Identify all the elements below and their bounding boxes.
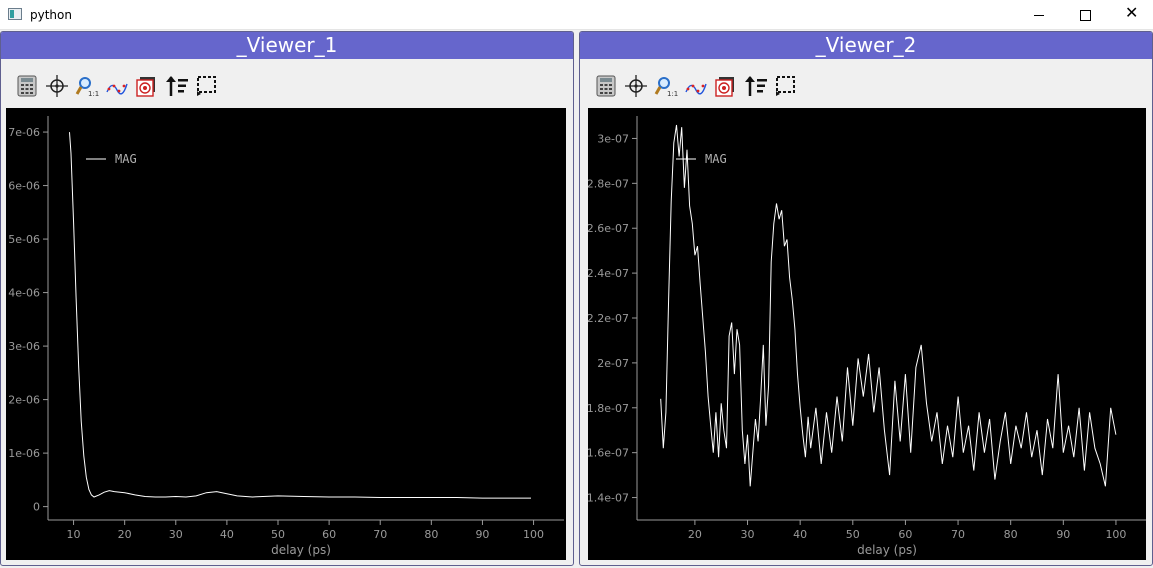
x-tick-label: 50 xyxy=(846,528,860,541)
svg-text:1:1: 1:1 xyxy=(667,90,678,98)
viewer-1-plot[interactable]: 7e-06 6e-06 5e-06 4e-06 3e-06 2e-06 1e-06 0 10 20… xyxy=(6,108,566,560)
x-tick-label: 20 xyxy=(118,528,132,541)
y-tick-label: 7e-06 xyxy=(8,126,40,139)
x-tick-label: 60 xyxy=(322,528,336,541)
y-tick-label: 2.8e-07 xyxy=(588,177,629,190)
close-button[interactable]: ✕ xyxy=(1108,0,1153,30)
y-tick-label: 1e-06 xyxy=(8,447,40,460)
legend-label: MAG xyxy=(705,152,727,166)
zoom-1to1-icon[interactable]: 1:1 xyxy=(654,74,678,98)
calculator-icon[interactable] xyxy=(15,74,39,98)
minimize-icon[interactable] xyxy=(1016,0,1062,30)
viewer-2-title: _Viewer_2 xyxy=(580,32,1152,59)
y-tick-label: 3e-07 xyxy=(597,132,629,145)
viewer-1-title: _Viewer_1 xyxy=(1,32,573,59)
python-app-icon xyxy=(8,8,22,20)
crosshair-icon[interactable] xyxy=(624,74,648,98)
y-tick-label: 3e-06 xyxy=(8,340,40,353)
x-tick-label: 20 xyxy=(688,528,702,541)
y-tick-label: 2e-07 xyxy=(597,357,629,370)
x-tick-label: 80 xyxy=(1004,528,1018,541)
x-tick-label: 100 xyxy=(1105,528,1126,541)
window-title: python xyxy=(30,8,72,22)
calculator-icon[interactable] xyxy=(594,74,618,98)
x-tick-label: 50 xyxy=(271,528,285,541)
viewer-2-chart: 3e-07 2.8e-07 2.6e-07 2.4e-07 2.2e-07 2e-07 1.… xyxy=(588,116,1146,557)
y-tick-label: 4e-06 xyxy=(8,287,40,300)
viewer-1-chart: 7e-06 6e-06 5e-06 4e-06 3e-06 2e-06 1e-06 0 10 20… xyxy=(8,116,564,557)
x-axis-label: delay (ps) xyxy=(271,543,331,557)
curve-fit-icon[interactable] xyxy=(105,74,129,98)
zoom-1to1-icon[interactable]: 1:1 xyxy=(75,74,99,98)
y-tick-label: 5e-06 xyxy=(8,233,40,246)
x-tick-label: 80 xyxy=(424,528,438,541)
y-tick-label: 6e-06 xyxy=(8,180,40,193)
rectangle-select-icon[interactable] xyxy=(195,74,219,98)
x-tick-label: 30 xyxy=(741,528,755,541)
x-tick-label: 100 xyxy=(523,528,544,541)
y-tick-label: 2.6e-07 xyxy=(588,222,629,235)
x-tick-label: 30 xyxy=(169,528,183,541)
series-line-mag xyxy=(69,132,531,499)
y-tick-label: 2.4e-07 xyxy=(588,267,629,280)
x-tick-label: 90 xyxy=(1056,528,1070,541)
target-icon[interactable] xyxy=(135,74,159,98)
x-tick-label: 70 xyxy=(373,528,387,541)
y-tick-label: 2.2e-07 xyxy=(588,312,629,325)
series-line-mag xyxy=(660,124,1117,487)
y-tick-label: 2e-06 xyxy=(8,394,40,407)
y-tick-label: 1.4e-07 xyxy=(588,492,629,505)
crosshair-icon[interactable] xyxy=(45,74,69,98)
x-tick-label: 40 xyxy=(793,528,807,541)
y-tick-label: 1.8e-07 xyxy=(588,402,629,415)
maximize-icon[interactable] xyxy=(1062,0,1108,30)
window-titlebar[interactable]: python ✕ xyxy=(0,0,1153,30)
close-icon: ✕ xyxy=(1125,5,1139,22)
x-tick-label: 40 xyxy=(220,528,234,541)
curve-fit-icon[interactable] xyxy=(684,74,708,98)
sort-icon[interactable] xyxy=(744,74,768,98)
sort-icon[interactable] xyxy=(165,74,189,98)
viewer-1-panel: _Viewer_1 1:1 7e-06 6e-06 5e-06 4e-06 3e-06 2… xyxy=(0,31,574,566)
viewer-2-panel: _Viewer_2 1:1 3e-07 2.8e-07 2.6e-07 2.4e-07… xyxy=(579,31,1153,566)
x-tick-label: 90 xyxy=(475,528,489,541)
x-axis-label: delay (ps) xyxy=(857,543,917,557)
target-icon[interactable] xyxy=(714,74,738,98)
x-tick-label: 60 xyxy=(898,528,912,541)
viewer-2-plot[interactable]: 3e-07 2.8e-07 2.6e-07 2.4e-07 2.2e-07 2e-07 1.… xyxy=(588,108,1146,560)
x-tick-label: 70 xyxy=(951,528,965,541)
x-tick-label: 10 xyxy=(67,528,81,541)
legend-label: MAG xyxy=(115,152,137,166)
y-tick-label: 0 xyxy=(33,501,40,514)
svg-text:1:1: 1:1 xyxy=(88,90,99,98)
y-tick-label: 1.6e-07 xyxy=(588,447,629,460)
rectangle-select-icon[interactable] xyxy=(774,74,798,98)
